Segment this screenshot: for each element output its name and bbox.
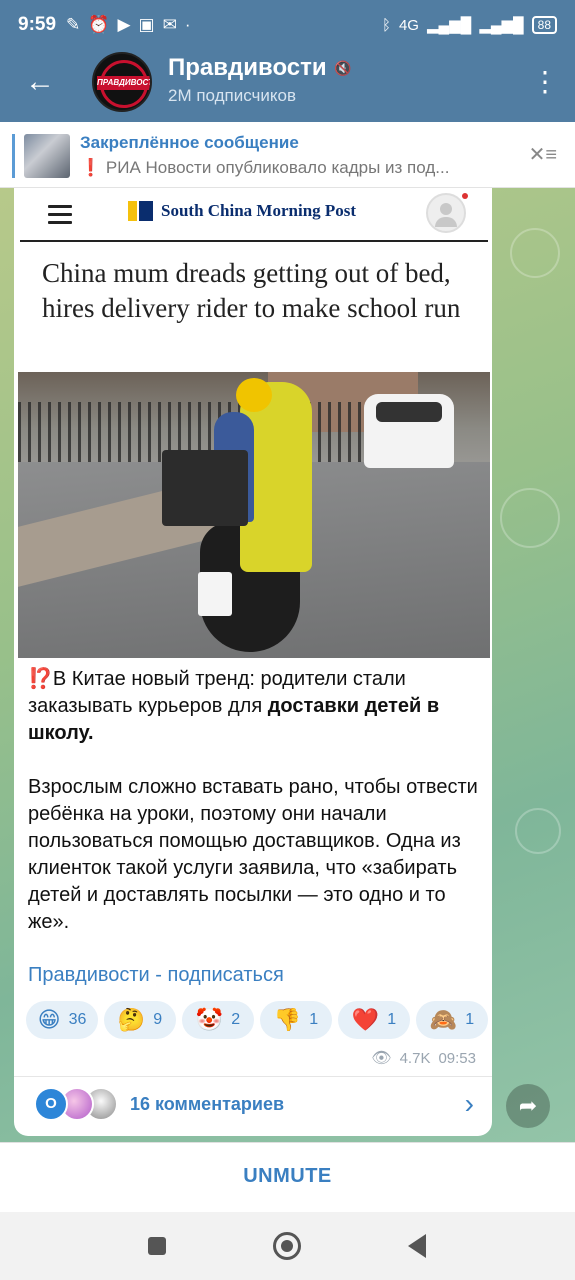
reaction-count: 1 — [309, 1011, 319, 1028]
unpin-icon[interactable]: ✕≡ — [529, 142, 557, 167]
reaction-emoji: 👎 — [273, 1007, 302, 1032]
unmute-button[interactable]: UNMUTE — [0, 1165, 575, 1188]
back-button[interactable]: ← — [22, 64, 58, 100]
doodle-circle — [500, 488, 560, 548]
reaction-emoji: ❤️ — [351, 1007, 380, 1032]
system-icons: ᛒ 4G ▂▄▆█ ▂▄▆█ 88 — [382, 16, 557, 34]
nav-back-button[interactable] — [408, 1234, 426, 1258]
photo-car — [364, 394, 454, 468]
post-text: ⁉️В Китае новый тренд: родители стали за… — [28, 666, 480, 963]
reaction-thinking[interactable]: 🤔 9 — [104, 1001, 176, 1039]
bluetooth-icon: ᛒ — [381, 16, 391, 34]
android-nav-bar — [0, 1212, 575, 1280]
eye-icon: 👁 — [371, 1050, 392, 1067]
post-time: 09:53 — [438, 1049, 476, 1067]
play-icon: ▶ — [117, 15, 131, 34]
post-paragraph-2: Взрослым сложно вставать рано, чтобы отв… — [28, 776, 478, 933]
comments-button[interactable]: O 16 комментариев › — [14, 1076, 492, 1136]
scmp-logo: South China Morning Post — [128, 201, 356, 221]
reaction-clown[interactable]: 🤡 2 — [182, 1001, 254, 1039]
dot-icon: · — [184, 15, 191, 34]
hamburger-icon — [48, 205, 72, 229]
view-count: 4.7K — [399, 1049, 431, 1067]
photo-bag — [198, 572, 232, 616]
user-icon — [426, 193, 468, 233]
comment-avatar: O — [34, 1087, 68, 1121]
reaction-thumbs-down[interactable]: 👎 1 — [260, 1001, 332, 1039]
article-photo — [18, 372, 490, 658]
share-icon: ➦ — [518, 1093, 538, 1118]
reaction-emoji: 🤔 — [117, 1007, 146, 1032]
channel-header: ← ПРАВДИВОСТИ Правдивости 🔇 2M подписчик… — [0, 50, 575, 122]
status-bar: 9:59 ✎ ⏰ ▶ ▣ ✉ · ᛒ 4G ▂▄▆█ ▂▄▆█ 88 — [0, 0, 575, 50]
reaction-count: 2 — [231, 1011, 241, 1028]
article-headline: China mum dreads getting out of bed, hir… — [42, 258, 461, 323]
photo-helmet — [236, 378, 272, 412]
signal-icon-2: ▂▄▆█ — [479, 17, 524, 34]
comments-label: 16 комментариев — [130, 1094, 285, 1114]
muted-icon: 🔇 — [334, 60, 352, 76]
bottom-bar: UNMUTE — [0, 1142, 575, 1212]
network-label: 4G — [398, 16, 419, 34]
avatar-logo: ПРАВДИВОСТИ — [97, 76, 150, 90]
pinned-thumbnail — [24, 134, 70, 178]
chevron-right-icon: › — [464, 1088, 474, 1119]
reaction-count: 1 — [465, 1011, 475, 1028]
pinned-text: ❗ РИА Новости опубликовало кадры из под.… — [80, 158, 450, 177]
pinned-title: Закреплённое сообщение — [80, 133, 299, 152]
channel-title[interactable]: Правдивости — [168, 54, 327, 82]
reactions-row: 😁 36 🤔 9 🤡 2 👎 1 ❤️ 1 🙈 1 — [26, 1001, 488, 1039]
home-button[interactable] — [273, 1232, 301, 1260]
more-vert-icon: ⋮ — [531, 66, 559, 97]
header-rule — [20, 240, 488, 242]
post-meta: 👁 4.7K 09:53 — [371, 1048, 476, 1068]
post-message: South China Morning Post China mum dread… — [14, 188, 492, 1136]
user-icon-head — [440, 203, 452, 215]
reaction-heart[interactable]: ❤️ 1 — [338, 1001, 410, 1039]
pinned-indicator — [12, 134, 15, 178]
reaction-count: 36 — [68, 1011, 87, 1028]
clock: 9:59 — [18, 14, 57, 35]
subscribe-link[interactable]: Правдивости - подписаться — [28, 964, 284, 987]
app-icon: ▣ — [138, 15, 155, 34]
reaction-monkey[interactable]: 🙈 1 — [416, 1001, 488, 1039]
battery-icon: 88 — [531, 16, 557, 34]
notification-icons: ✎ ⏰ ▶ ▣ ✉ · — [66, 15, 190, 35]
reaction-count: 9 — [153, 1011, 163, 1028]
user-icon-body — [435, 217, 457, 227]
doodle-circle — [510, 228, 560, 278]
notification-icon: ✎ — [66, 15, 81, 34]
channel-subscribers: 2M подписчиков — [168, 86, 297, 105]
reaction-grin[interactable]: 😁 36 — [26, 1001, 98, 1039]
reaction-emoji: 🙈 — [429, 1007, 458, 1032]
more-menu-button[interactable]: ⋮ — [531, 64, 559, 100]
reaction-emoji: 😁 — [37, 1007, 61, 1032]
logo-mark-blue — [139, 201, 153, 221]
share-button[interactable]: ➦ — [506, 1084, 550, 1128]
reaction-count: 1 — [387, 1011, 397, 1028]
reaction-emoji: 🤡 — [195, 1007, 224, 1032]
arrow-left-icon: ← — [25, 65, 55, 98]
doodle-circle — [515, 808, 561, 854]
photo-delivery-box — [162, 450, 248, 526]
logo-mark-yellow — [128, 201, 137, 221]
recents-button[interactable] — [148, 1237, 166, 1255]
pinned-message[interactable]: Закреплённое сообщение ❗ РИА Новости опу… — [0, 122, 575, 188]
mail-icon: ✉ — [162, 15, 177, 34]
post-paragraph-1: ⁉️В Китае новый тренд: родители стали за… — [28, 666, 480, 747]
post-image[interactable]: South China Morning Post China mum dread… — [18, 188, 490, 658]
alarm-icon: ⏰ — [88, 15, 110, 34]
chat-area: South China Morning Post China mum dread… — [0, 188, 575, 1142]
scmp-logo-text: South China Morning Post — [161, 201, 357, 220]
signal-icon: ▂▄▆█ — [426, 17, 472, 34]
channel-avatar[interactable]: ПРАВДИВОСТИ — [92, 52, 152, 112]
